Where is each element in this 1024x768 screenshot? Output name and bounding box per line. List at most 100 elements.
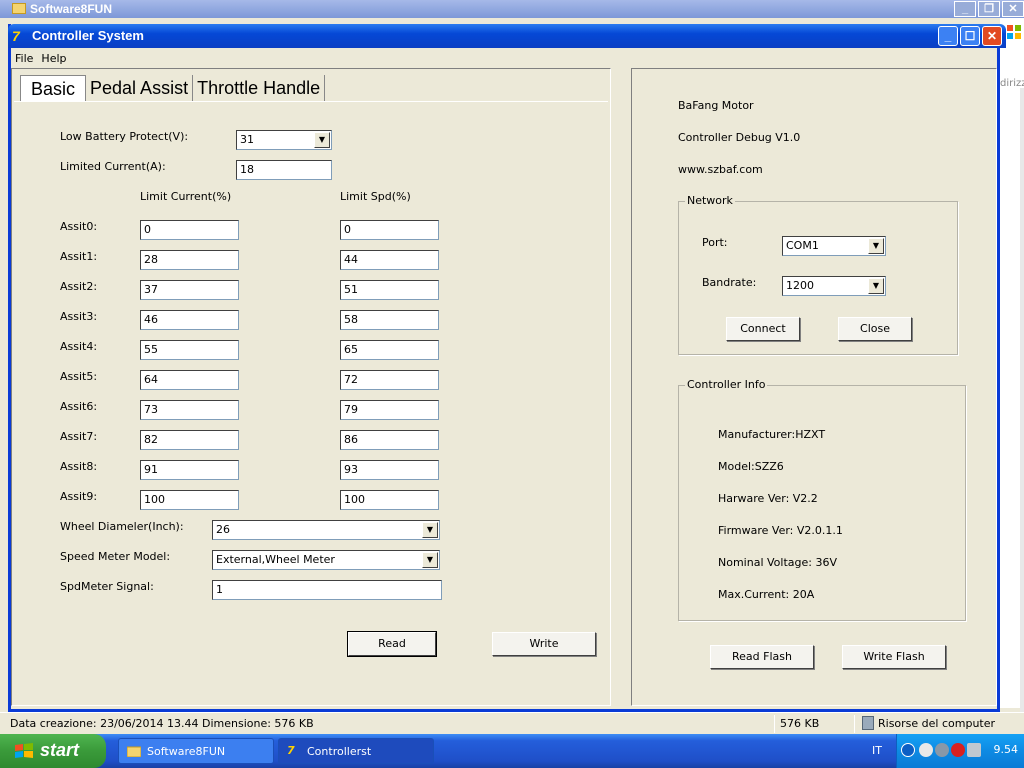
assist-speed-input[interactable]: 44 [340,250,439,270]
scrollbar[interactable] [1020,88,1024,728]
chevron-down-icon[interactable]: ▼ [422,552,438,568]
assist-current-input[interactable]: 55 [140,340,239,360]
assist-label: Assit3: [60,310,98,323]
max-current-text: Max.Current: 20A [718,588,815,601]
limit-speed-header: Limit Spd(%) [340,190,411,203]
assist-current-input[interactable]: 73 [140,400,239,420]
assist-current-input[interactable]: 0 [140,220,239,240]
controller-info-group: Controller Info Manufacturer:HZXT Model:… [678,378,966,621]
assist-current-input[interactable]: 91 [140,460,239,480]
maximize-button[interactable]: ☐ [960,26,980,46]
limited-current-input[interactable]: 18 [236,160,332,180]
start-button[interactable]: start [0,734,106,768]
basic-tab-page: Low Battery Protect(V): 31 ▼ Limited Cur… [14,101,608,705]
manufacturer-text: Manufacturer:HZXT [718,428,826,441]
computer-icon [862,716,874,730]
chevron-down-icon[interactable]: ▼ [868,238,884,254]
settings-panel: Basic Pedal Assist Throttle Handle Low B… [11,68,611,706]
chevron-down-icon[interactable]: ▼ [314,132,330,148]
background-window-titlebar[interactable]: Software8FUN _ ❐ ✕ [0,0,1024,18]
version-text: Controller Debug V1.0 [678,131,801,144]
background-window-title: Software8FUN [30,2,113,16]
network-icon[interactable] [919,743,933,757]
hardware-version-text: Harware Ver: V2.2 [718,492,818,505]
tab-pedal-assist[interactable]: Pedal Assist [86,75,194,101]
clock[interactable]: 9.54 [994,743,1019,756]
controller-window: 7 Controller System _ ☐ ✕ File Help Basi… [8,24,1006,712]
status-info: Data creazione: 23/06/2014 13.44 Dimensi… [10,717,314,730]
close-button[interactable]: ✕ [982,26,1002,46]
tray-app-icon[interactable] [935,743,949,757]
low-battery-value: 31 [240,133,254,146]
menu-file[interactable]: File [11,52,37,65]
port-select[interactable]: COM1 ▼ [782,236,886,256]
close-port-button[interactable]: Close [838,317,912,341]
assist-current-input[interactable]: 100 [140,490,239,510]
taskbar-item-controller[interactable]: 7 Controllerst [278,738,434,764]
assist-speed-input[interactable]: 86 [340,430,439,450]
wheel-diameter-value: 26 [216,523,230,536]
menu-help[interactable]: Help [37,52,70,65]
assist-speed-input[interactable]: 65 [340,340,439,360]
network-group: Network Port: COM1 ▼ Bandrate: 1200 ▼ Co… [678,194,958,355]
tab-basic[interactable]: Basic [20,75,87,101]
window-titlebar[interactable]: 7 Controller System _ ☐ ✕ [8,24,1006,48]
write-flash-button[interactable]: Write Flash [842,645,946,669]
connect-button[interactable]: Connect [726,317,800,341]
assist-current-input[interactable]: 46 [140,310,239,330]
keyboard-icon[interactable] [967,743,981,757]
assist-label: Assit7: [60,430,98,443]
low-battery-label: Low Battery Protect(V): [60,130,189,143]
assist-speed-input[interactable]: 0 [340,220,439,240]
assist-current-input[interactable]: 28 [140,250,239,270]
baudrate-select[interactable]: 1200 ▼ [782,276,886,296]
taskbar-item-label: Controllerst [307,745,372,758]
window-controls: _ ☐ ✕ [936,26,1002,46]
assist-speed-input[interactable]: 79 [340,400,439,420]
controller-info-title: Controller Info [685,378,768,391]
assist-current-input[interactable]: 37 [140,280,239,300]
assist-speed-input[interactable]: 58 [340,310,439,330]
assist-speed-input[interactable]: 100 [340,490,439,510]
device-panel: BaFang Motor Controller Debug V1.0 www.s… [631,68,997,706]
restore-icon[interactable]: ❐ [978,1,1000,17]
minimize-icon[interactable]: _ [954,1,976,17]
assist-current-input[interactable]: 82 [140,430,239,450]
language-indicator[interactable]: IT [872,744,882,757]
chevron-left-icon[interactable] [901,743,915,757]
minimize-button[interactable]: _ [938,26,958,46]
windows-flag-icon [15,743,33,758]
assist-label: Assit6: [60,400,98,413]
security-alert-icon[interactable] [951,743,965,757]
assist-current-input[interactable]: 64 [140,370,239,390]
chevron-down-icon[interactable]: ▼ [422,522,438,538]
window-title: Controller System [32,28,144,43]
limit-current-header: Limit Current(%) [140,190,232,203]
baudrate-value: 1200 [786,279,814,292]
chevron-down-icon[interactable]: ▼ [868,278,884,294]
status-bar: Data creazione: 23/06/2014 13.44 Dimensi… [0,712,1024,734]
app-icon: 7 [287,744,295,757]
speed-meter-select[interactable]: External,Wheel Meter ▼ [212,550,440,570]
wheel-diameter-select[interactable]: 26 ▼ [212,520,440,540]
assist-label: Assit4: [60,340,98,353]
windows-logo-icon [1007,25,1021,39]
read-flash-button[interactable]: Read Flash [710,645,814,669]
spdmeter-signal-input[interactable]: 1 [212,580,442,600]
assist-speed-input[interactable]: 72 [340,370,439,390]
assist-label: Assit2: [60,280,98,293]
background-window-edge: dirizz [1000,18,1024,728]
tab-throttle-handle[interactable]: Throttle Handle [193,75,326,101]
assist-speed-input[interactable]: 93 [340,460,439,480]
assist-label: Assit1: [60,250,98,263]
low-battery-select[interactable]: 31 ▼ [236,130,332,150]
speed-meter-value: External,Wheel Meter [216,553,335,566]
read-button[interactable]: Read [347,631,437,657]
close-icon[interactable]: ✕ [1002,1,1024,17]
status-divider [854,715,855,733]
brand-text: BaFang Motor [678,99,754,112]
taskbar-item-explorer[interactable]: Software8FUN [118,738,274,764]
write-button[interactable]: Write [492,632,596,656]
assist-speed-input[interactable]: 51 [340,280,439,300]
wheel-diameter-label: Wheel Diameler(Inch): [60,520,184,533]
